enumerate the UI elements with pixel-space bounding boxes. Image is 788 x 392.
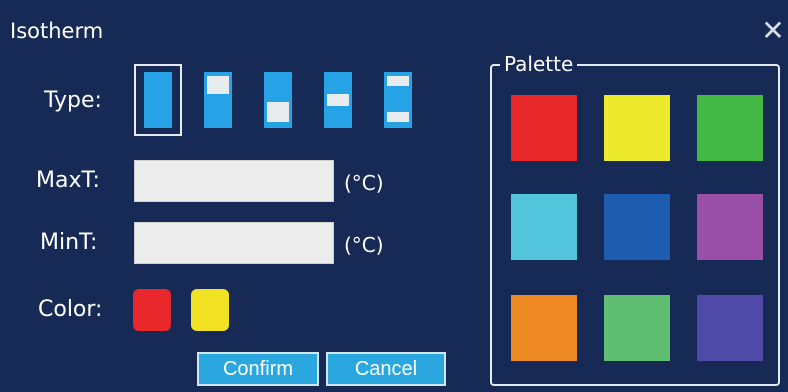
type-option-top-band[interactable]: [194, 64, 242, 136]
palette-swatch-light-green[interactable]: [604, 295, 670, 361]
color-label: Color:: [38, 297, 103, 322]
type-label: Type:: [44, 88, 102, 113]
type-option-full[interactable]: [134, 64, 182, 136]
mint-input[interactable]: [134, 222, 334, 264]
palette-swatch-green[interactable]: [697, 95, 763, 161]
isotherm-dialog: Isotherm ✕ Type: MaxT: (°C) MinT: (°C) C…: [0, 0, 788, 392]
palette-swatch-orange[interactable]: [511, 295, 577, 361]
mint-unit: (°C): [344, 233, 384, 257]
type-bottom-band-icon: [264, 72, 292, 128]
palette-title: Palette: [500, 52, 578, 76]
type-top-bottom-bands-icon: [384, 72, 412, 128]
type-full-icon: [144, 72, 172, 128]
palette-swatch-yellow[interactable]: [604, 95, 670, 161]
palette-swatch-indigo[interactable]: [697, 295, 763, 361]
type-option-middle-band[interactable]: [314, 64, 362, 136]
type-option-bottom-band[interactable]: [254, 64, 302, 136]
palette-swatch-cyan[interactable]: [511, 194, 577, 260]
type-middle-band-icon: [324, 72, 352, 128]
type-top-band-icon: [204, 72, 232, 128]
confirm-button[interactable]: Confirm: [197, 352, 319, 386]
palette-swatch-purple[interactable]: [697, 194, 763, 260]
palette-swatch-red[interactable]: [511, 95, 577, 161]
palette-swatch-blue[interactable]: [604, 194, 670, 260]
type-option-top-bottom-bands[interactable]: [374, 64, 422, 136]
maxt-unit: (°C): [344, 171, 384, 195]
dialog-title: Isotherm: [10, 19, 104, 43]
color-swatch-low[interactable]: [133, 289, 171, 331]
cancel-button[interactable]: Cancel: [326, 352, 446, 386]
close-icon[interactable]: ✕: [760, 17, 786, 45]
maxt-input[interactable]: [134, 160, 334, 202]
maxt-label: MaxT:: [36, 168, 100, 193]
mint-label: MinT:: [40, 230, 98, 255]
color-swatch-high[interactable]: [191, 289, 229, 331]
